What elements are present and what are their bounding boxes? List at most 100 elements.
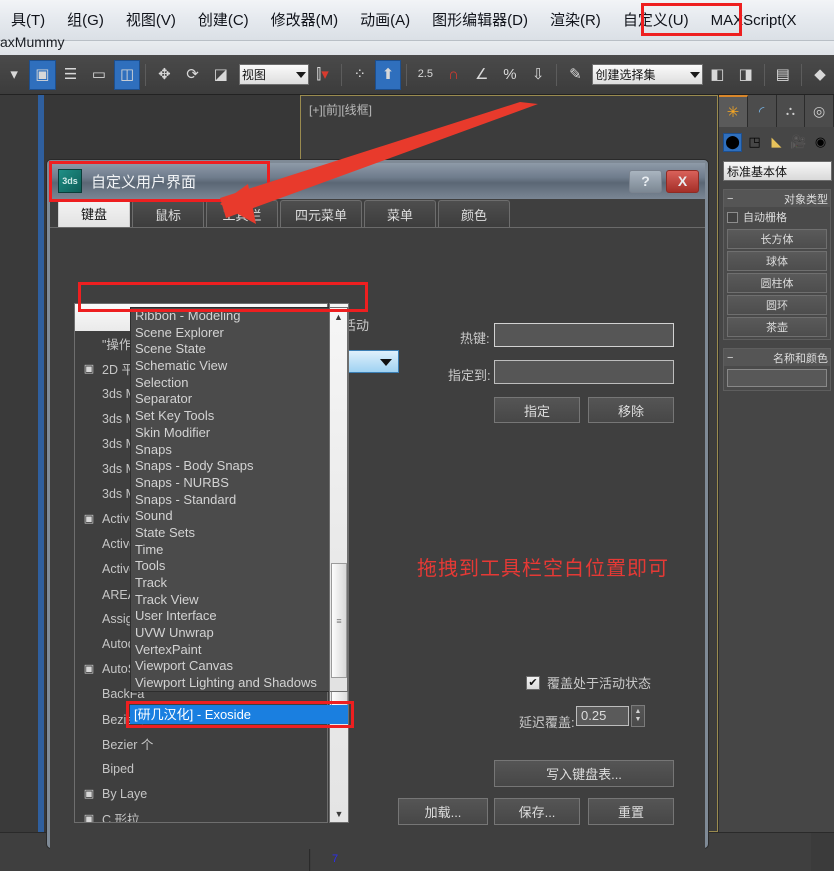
override-checkbox-row[interactable]: ✔ 覆盖处于活动状态: [526, 673, 651, 692]
category-dropdown-option[interactable]: Snaps - Standard: [131, 492, 347, 509]
category-dropdown-option[interactable]: Skin Modifier: [131, 425, 347, 442]
menu-item-graph-editors[interactable]: 图形编辑器(D): [421, 0, 539, 41]
delay-override-spinner[interactable]: ▲ ▼: [631, 705, 645, 727]
menu-item-customize[interactable]: 自定义(U): [612, 0, 700, 41]
tab-mouse[interactable]: 鼠标: [132, 200, 204, 227]
category-dropdown-option[interactable]: Tools: [131, 558, 347, 575]
select-object-icon[interactable]: ▣: [29, 59, 56, 90]
category-dropdown-option[interactable]: Set Key Tools: [131, 408, 347, 425]
category-dropdown-option[interactable]: Ribbon - Modeling: [131, 308, 347, 325]
align-pivot-icon[interactable]: ⫿▾: [310, 60, 336, 90]
close-button[interactable]: X: [666, 169, 699, 193]
select-by-name-icon[interactable]: ☰: [58, 60, 84, 90]
reference-coordinate-combo[interactable]: 视图: [238, 64, 309, 85]
category-dropdown-option[interactable]: Scene Explorer: [131, 325, 347, 342]
assign-button[interactable]: 指定: [494, 397, 580, 423]
command-list-item[interactable]: ▣ C 形拉: [75, 806, 327, 823]
category-dropdown-option[interactable]: Schematic View: [131, 358, 347, 375]
geometry-icon[interactable]: ⬤: [723, 132, 742, 152]
save-button[interactable]: 保存...: [494, 798, 580, 825]
named-selection-set-combo[interactable]: 创建选择集: [592, 64, 704, 85]
remove-button[interactable]: 移除: [588, 397, 674, 423]
modify-tab-icon[interactable]: ◜: [747, 95, 777, 127]
viewport-label[interactable]: [+][前][线框]: [309, 101, 372, 118]
tab-keyboard[interactable]: 键盘: [58, 198, 130, 227]
category-dropdown-option[interactable]: Track View: [131, 592, 347, 609]
undo-arrow-icon[interactable]: ▾: [1, 60, 27, 90]
category-dropdown-option[interactable]: Track: [131, 575, 347, 592]
scale-icon[interactable]: ◪: [208, 60, 234, 90]
command-list-item[interactable]: ▣ By Laye: [75, 781, 327, 806]
menu-item-views[interactable]: 视图(V): [115, 0, 187, 41]
help-button[interactable]: ?: [629, 169, 662, 193]
category-dropdown-option[interactable]: UVW Unwrap: [131, 625, 347, 642]
collapse-icon-2[interactable]: −: [727, 352, 733, 364]
category-dropdown-option[interactable]: Snaps - Body Snaps: [131, 458, 347, 475]
category-dropdown-option[interactable]: Separator: [131, 391, 347, 408]
scroll-down-arrow-icon[interactable]: ▼: [330, 805, 348, 822]
edit-named-selection-icon[interactable]: ✎: [562, 60, 588, 90]
category-dropdown-scrollbar[interactable]: ▲ ≡: [329, 307, 348, 692]
category-dropdown-option[interactable]: Viewport Canvas: [131, 658, 347, 675]
autogrid-checkbox-row[interactable]: 自动栅格: [724, 207, 830, 227]
dialog-title-bar[interactable]: 3ds 自定义用户界面 ? X: [49, 161, 705, 202]
menu-item-maxscript[interactable]: MAXScript(X: [700, 0, 808, 41]
object-type-rollout-header[interactable]: − 对象类型: [724, 190, 830, 207]
select-region-icon[interactable]: ▭: [86, 60, 112, 90]
category-dropdown-option[interactable]: User Interface: [131, 608, 347, 625]
move-icon[interactable]: ✥: [151, 60, 177, 90]
menu-item-group[interactable]: 组(G): [56, 0, 115, 41]
override-active-checkbox[interactable]: ✔: [526, 675, 540, 690]
create-teapot-button[interactable]: 茶壶: [727, 317, 827, 337]
spinner-snap-icon[interactable]: ⇩: [525, 60, 551, 90]
category-dropdown-option[interactable]: Snaps: [131, 442, 347, 459]
category-dropdown-option[interactable]: State Sets: [131, 525, 347, 542]
lights-icon[interactable]: ◣: [767, 133, 786, 152]
menu-item-animation[interactable]: 动画(A): [349, 0, 421, 41]
tab-colors[interactable]: 颜色: [438, 200, 511, 227]
shapes-icon[interactable]: ◳: [745, 133, 764, 152]
curve-editor-icon[interactable]: ◆: [807, 60, 833, 90]
tab-toolbars[interactable]: 工具栏: [206, 200, 278, 227]
create-box-button[interactable]: 长方体: [727, 229, 827, 249]
mirror-tool-icon[interactable]: ◧: [704, 60, 730, 90]
assigned-to-input[interactable]: [494, 360, 674, 384]
name-and-color-rollout-header[interactable]: − 名称和颜色: [724, 349, 830, 366]
menu-item-create[interactable]: 创建(C): [187, 0, 260, 41]
category-dropdown-option[interactable]: Scene State: [131, 341, 347, 358]
layer-manager-icon[interactable]: ▤: [770, 60, 796, 90]
category-dropdown-option[interactable]: Snaps - NURBS: [131, 475, 347, 492]
helpers-icon[interactable]: ◉: [811, 133, 830, 152]
category-dropdown-list[interactable]: Ribbon - Modeling Scene Explorer Scene Sta…: [130, 307, 348, 692]
category-dropdown-option[interactable]: Sound: [131, 508, 347, 525]
write-keyboard-chart-button[interactable]: 写入键盘表...: [494, 760, 674, 787]
mirror-icon[interactable]: ⬆: [374, 59, 402, 90]
category-dropdown-scroll-thumb[interactable]: ≡: [331, 563, 347, 678]
category-dropdown-option[interactable]: Time: [131, 542, 347, 559]
category-dropdown-option[interactable]: Viewport Lighting and Shadows: [131, 675, 347, 691]
hotkey-input[interactable]: [494, 323, 674, 347]
angle-snap-icon[interactable]: ∠: [469, 60, 495, 90]
create-tab-icon[interactable]: ✳: [719, 95, 748, 127]
delay-override-input[interactable]: 0.25: [576, 706, 629, 726]
cameras-icon[interactable]: 🎥: [789, 133, 808, 152]
object-type-combo[interactable]: 标准基本体: [723, 161, 832, 181]
tab-quad-menus[interactable]: 四元菜单: [280, 200, 363, 227]
create-sphere-button[interactable]: 球体: [727, 251, 827, 271]
category-dropdown-option[interactable]: VertexPaint: [131, 642, 347, 659]
command-list-item[interactable]: Bezier 个: [75, 731, 327, 756]
tab-menus[interactable]: 菜单: [364, 200, 437, 227]
menu-item-rendering[interactable]: 渲染(R): [539, 0, 612, 41]
rotate-icon[interactable]: ⟳: [179, 60, 205, 90]
menu-item-modifiers[interactable]: 修改器(M): [260, 0, 350, 41]
named-selection-icon[interactable]: ⁘: [347, 60, 373, 90]
window-crossing-icon[interactable]: ◫: [113, 59, 141, 90]
hierarchy-tab-icon[interactable]: ⛬: [776, 95, 806, 127]
create-torus-button[interactable]: 圆环: [727, 295, 827, 315]
collapse-icon[interactable]: −: [727, 193, 733, 205]
autogrid-checkbox[interactable]: [727, 211, 738, 223]
category-dropdown-selected-option[interactable]: [研几汉化] - Exoside: [130, 705, 348, 724]
category-dropdown-option[interactable]: Selection: [131, 375, 347, 392]
dd-scroll-up-arrow-icon[interactable]: ▲: [330, 308, 347, 325]
object-name-field[interactable]: [727, 369, 827, 387]
